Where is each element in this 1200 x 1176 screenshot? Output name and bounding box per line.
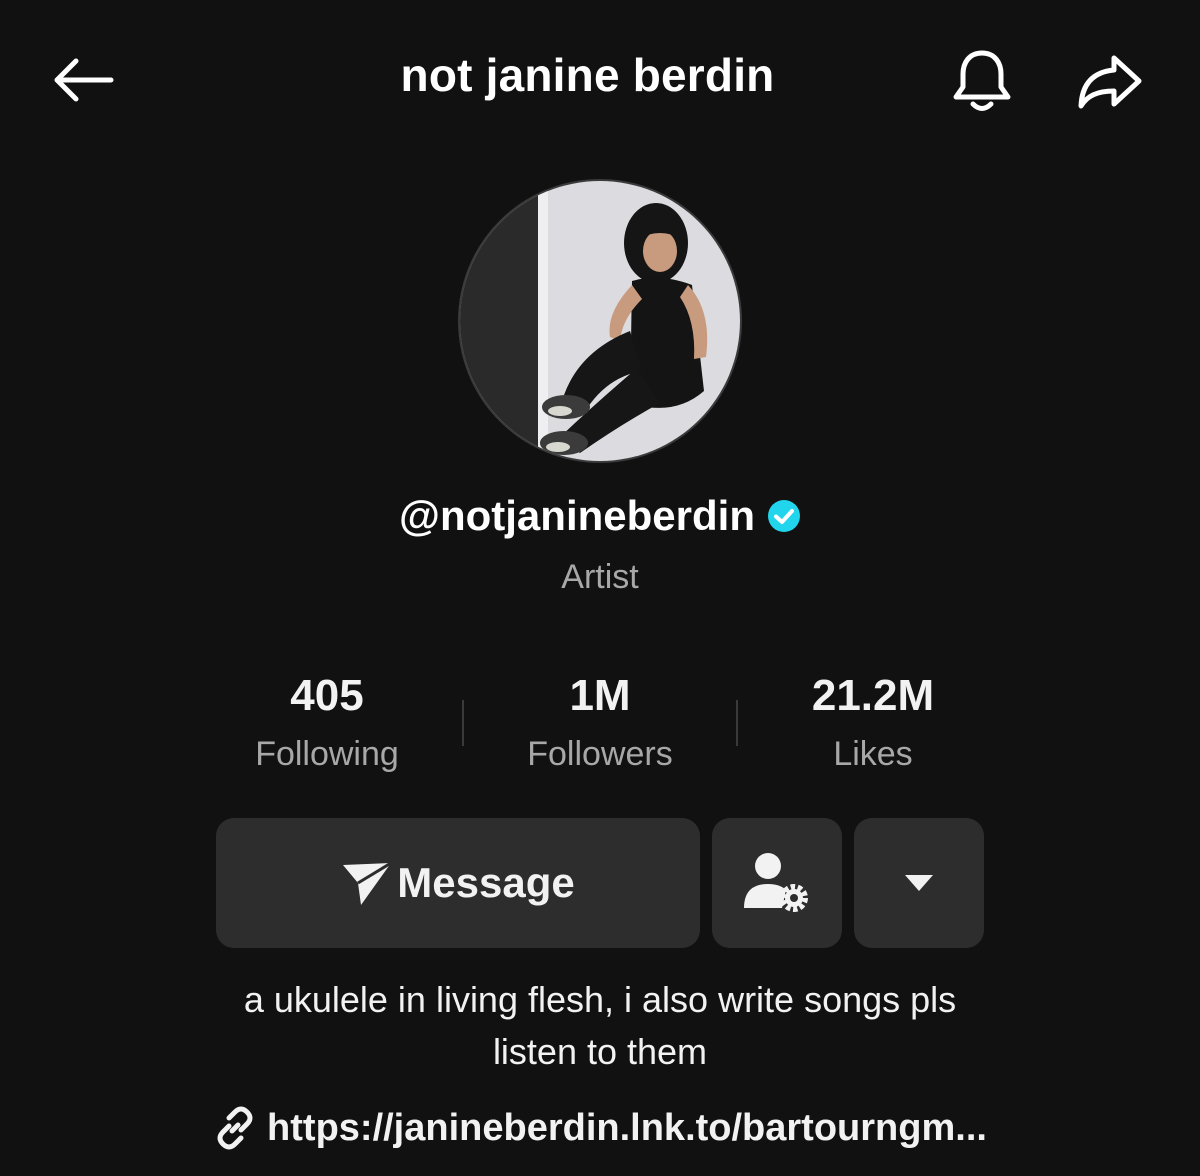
- page-title: not janine berdin: [400, 49, 775, 101]
- profile-category: Artist: [561, 558, 639, 596]
- stat-following[interactable]: 405 Following: [197, 668, 457, 776]
- username: @notjanineberdin: [399, 492, 755, 539]
- top-bar: not janine berdin: [0, 0, 1200, 160]
- bell-icon: [953, 50, 1011, 111]
- username-row: @notjanineberdin: [200, 488, 1000, 544]
- message-button[interactable]: Message: [216, 818, 700, 948]
- stat-value: 1M: [569, 671, 631, 720]
- verified-check-icon: [767, 499, 801, 533]
- link-url: https://janineberdin.lnk.to/bartourngm..…: [267, 1106, 987, 1149]
- stat-followers[interactable]: 1M Followers: [470, 668, 730, 776]
- stat-divider: [736, 700, 738, 746]
- notifications-button[interactable]: [944, 44, 1020, 120]
- bio-line: a ukulele in living flesh, i also write …: [243, 979, 957, 1020]
- stat-value: 405: [290, 671, 364, 720]
- message-label: Message: [397, 859, 575, 906]
- stat-label: Likes: [833, 735, 913, 773]
- bio-line: listen to them: [492, 1031, 708, 1072]
- stat-label: Followers: [527, 735, 673, 773]
- link-icon: [217, 1106, 253, 1150]
- user-settings-icon: [744, 853, 808, 912]
- send-arrow-icon: [343, 861, 393, 905]
- back-button[interactable]: [48, 50, 118, 110]
- bio: a ukulele in living flesh, i also write …: [140, 974, 1060, 1078]
- more-options-button[interactable]: [854, 818, 984, 948]
- arrow-left-icon: [54, 58, 114, 102]
- share-button[interactable]: [1070, 44, 1150, 120]
- profile-link[interactable]: https://janineberdin.lnk.to/bartourngm..…: [100, 1100, 1100, 1156]
- friend-settings-button[interactable]: [712, 818, 842, 948]
- share-arrow-icon: [1078, 55, 1142, 109]
- avatar[interactable]: [458, 179, 742, 463]
- stat-likes[interactable]: 21.2M Likes: [743, 668, 1003, 776]
- profile-photo: [460, 181, 740, 461]
- stat-value: 21.2M: [811, 671, 935, 720]
- stat-divider: [462, 700, 464, 746]
- caret-down-icon: [905, 875, 933, 891]
- stat-label: Following: [255, 735, 399, 773]
